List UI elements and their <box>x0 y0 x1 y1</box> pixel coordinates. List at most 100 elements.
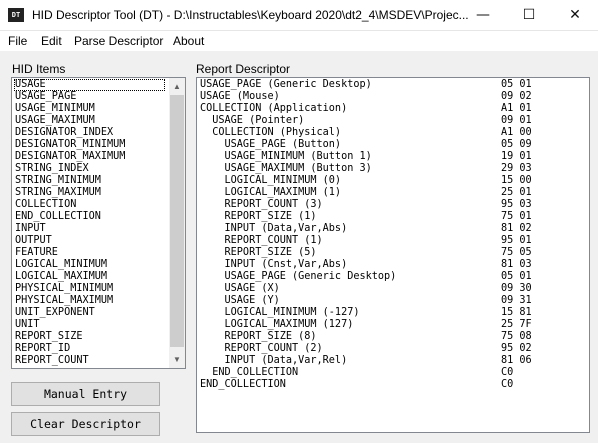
menu-parse-descriptor[interactable]: Parse Descriptor <box>74 34 163 48</box>
descriptor-item-hex: 75 01 <box>501 211 532 222</box>
descriptor-row[interactable]: REPORT_COUNT (2) 95 02 <box>200 343 580 355</box>
title-bar: DT HID Descriptor Tool (DT) - D:\Instruc… <box>0 0 598 31</box>
app-icon: DT <box>8 8 24 22</box>
menu-about[interactable]: About <box>173 34 204 48</box>
descriptor-item-text: USAGE (Pointer) <box>200 115 305 126</box>
descriptor-item-hex: 19 01 <box>501 151 532 162</box>
list-item[interactable]: STRING_INDEX <box>14 163 168 175</box>
descriptor-row[interactable]: INPUT (Data,Var,Abs) 81 02 <box>200 223 580 235</box>
descriptor-row[interactable]: INPUT (Data,Var,Rel) 81 06 <box>200 355 580 367</box>
descriptor-item-hex: 81 03 <box>501 259 532 270</box>
maximize-button[interactable]: ☐ <box>506 0 552 30</box>
descriptor-item-hex: C0 <box>501 379 514 390</box>
descriptor-item-hex: 25 7F <box>501 319 532 330</box>
descriptor-row[interactable]: USAGE (Mouse) 09 02 <box>200 91 580 103</box>
list-item[interactable]: END_COLLECTION <box>14 211 168 223</box>
descriptor-row[interactable]: LOGICAL_MAXIMUM (127) 25 7F <box>200 319 580 331</box>
descriptor-item-hex: 15 81 <box>501 307 532 318</box>
report-descriptor-list[interactable]: USAGE_PAGE (Generic Desktop) 05 01 USAGE (… <box>196 77 590 433</box>
scroll-up-icon[interactable]: ▲ <box>169 78 185 95</box>
descriptor-row[interactable]: REPORT_SIZE (8) 75 08 <box>200 331 580 343</box>
descriptor-row[interactable]: USAGE_PAGE (Button) 05 09 <box>200 139 580 151</box>
report-descriptor-label: Report Descriptor <box>196 62 291 76</box>
descriptor-item-hex: 05 01 <box>501 271 532 282</box>
descriptor-item-hex: 95 02 <box>501 343 532 354</box>
list-item[interactable]: LOGICAL_MAXIMUM <box>14 271 168 283</box>
descriptor-row[interactable]: USAGE_PAGE (Generic Desktop) 05 01 <box>200 271 580 283</box>
descriptor-row[interactable]: REPORT_SIZE (1) 75 01 <box>200 211 580 223</box>
manual-entry-button[interactable]: Manual Entry <box>11 382 160 406</box>
list-item[interactable]: UNIT <box>14 319 168 331</box>
descriptor-item-hex: 29 03 <box>501 163 532 174</box>
descriptor-row[interactable]: REPORT_SIZE (5) 75 05 <box>200 247 580 259</box>
list-item[interactable]: REPORT_COUNT <box>14 355 168 367</box>
list-item[interactable]: DESIGNATOR_MAXIMUM <box>14 151 168 163</box>
descriptor-item-text: COLLECTION (Application) <box>200 103 348 114</box>
close-button[interactable]: ✕ <box>552 0 598 30</box>
descriptor-item-text: END_COLLECTION <box>200 367 299 378</box>
list-item[interactable]: FEATURE <box>14 247 168 259</box>
list-item[interactable]: USAGE <box>14 79 165 91</box>
list-item[interactable]: PHYSICAL_MINIMUM <box>14 283 168 295</box>
list-item[interactable]: COLLECTION <box>14 199 168 211</box>
descriptor-item-hex: C0 <box>501 367 514 378</box>
descriptor-item-hex: 95 03 <box>501 199 532 210</box>
descriptor-item-hex: 75 08 <box>501 331 532 342</box>
list-item[interactable]: LOGICAL_MINIMUM <box>14 259 168 271</box>
descriptor-item-text: USAGE (Y) <box>200 295 280 306</box>
descriptor-item-text: REPORT_SIZE (8) <box>200 331 317 342</box>
descriptor-item-text: REPORT_SIZE (5) <box>200 247 317 258</box>
descriptor-item-text: USAGE (Mouse) <box>200 91 280 102</box>
descriptor-item-hex: 15 00 <box>501 175 532 186</box>
list-item[interactable]: INPUT <box>14 223 168 235</box>
list-item[interactable]: UNIT_EXPONENT <box>14 307 168 319</box>
list-item[interactable]: REPORT_ID <box>14 343 168 355</box>
descriptor-item-hex: 05 09 <box>501 139 532 150</box>
list-item[interactable]: PHYSICAL_MAXIMUM <box>14 295 168 307</box>
menu-file[interactable]: File <box>8 34 27 48</box>
scroll-thumb[interactable] <box>170 95 184 347</box>
list-item[interactable]: USAGE_MINIMUM <box>14 103 168 115</box>
descriptor-item-text: LOGICAL_MINIMUM (0) <box>200 175 342 186</box>
descriptor-item-hex: 09 31 <box>501 295 532 306</box>
descriptor-row[interactable]: USAGE (X) 09 30 <box>200 283 580 295</box>
descriptor-row[interactable]: COLLECTION (Physical) A1 00 <box>200 127 580 139</box>
descriptor-row[interactable]: USAGE_MAXIMUM (Button 3) 29 03 <box>200 163 580 175</box>
hid-items-list[interactable]: USAGE USAGE_PAGE USAGE_MINIMUM USAGE_MAXIMU… <box>11 77 186 369</box>
descriptor-item-hex: A1 01 <box>501 103 532 114</box>
descriptor-item-text: LOGICAL_MAXIMUM (127) <box>200 319 354 330</box>
descriptor-item-hex: A1 00 <box>501 127 532 138</box>
descriptor-row[interactable]: INPUT (Cnst,Var,Abs) 81 03 <box>200 259 580 271</box>
descriptor-row[interactable]: LOGICAL_MINIMUM (0) 15 00 <box>200 175 580 187</box>
descriptor-row[interactable]: USAGE (Y) 09 31 <box>200 295 580 307</box>
descriptor-item-hex: 81 02 <box>501 223 532 234</box>
descriptor-row[interactable]: END_COLLECTION C0 <box>200 379 580 391</box>
list-item[interactable]: USAGE_PAGE <box>14 91 168 103</box>
list-item[interactable]: REPORT_SIZE <box>14 331 168 343</box>
descriptor-row[interactable]: USAGE (Pointer) 09 01 <box>200 115 580 127</box>
list-item[interactable]: OUTPUT <box>14 235 168 247</box>
minimize-button[interactable]: — <box>460 0 506 30</box>
descriptor-item-text: REPORT_COUNT (3) <box>200 199 323 210</box>
descriptor-row[interactable]: REPORT_COUNT (3) 95 03 <box>200 199 580 211</box>
list-scrollbar[interactable]: ▲ ▼ <box>169 78 185 368</box>
descriptor-item-text: REPORT_SIZE (1) <box>200 211 317 222</box>
descriptor-row[interactable]: END_COLLECTION C0 <box>200 367 580 379</box>
descriptor-row[interactable]: LOGICAL_MINIMUM (-127) 15 81 <box>200 307 580 319</box>
list-item[interactable]: DESIGNATOR_MINIMUM <box>14 139 168 151</box>
clear-descriptor-button[interactable]: Clear Descriptor <box>11 412 160 436</box>
descriptor-item-hex: 75 05 <box>501 247 532 258</box>
list-item[interactable]: DESIGNATOR_INDEX <box>14 127 168 139</box>
list-item[interactable]: USAGE_MAXIMUM <box>14 115 168 127</box>
list-item[interactable]: STRING_MINIMUM <box>14 175 168 187</box>
descriptor-row[interactable]: LOGICAL_MAXIMUM (1) 25 01 <box>200 187 580 199</box>
descriptor-item-text: REPORT_COUNT (1) <box>200 235 323 246</box>
descriptor-row[interactable]: COLLECTION (Application) A1 01 <box>200 103 580 115</box>
scroll-down-icon[interactable]: ▼ <box>169 351 185 368</box>
descriptor-item-text: USAGE (X) <box>200 283 280 294</box>
menu-edit[interactable]: Edit <box>41 34 62 48</box>
list-item[interactable]: STRING_MAXIMUM <box>14 187 168 199</box>
descriptor-row[interactable]: USAGE_MINIMUM (Button 1) 19 01 <box>200 151 580 163</box>
descriptor-row[interactable]: REPORT_COUNT (1) 95 01 <box>200 235 580 247</box>
descriptor-row[interactable]: USAGE_PAGE (Generic Desktop) 05 01 <box>200 79 580 91</box>
